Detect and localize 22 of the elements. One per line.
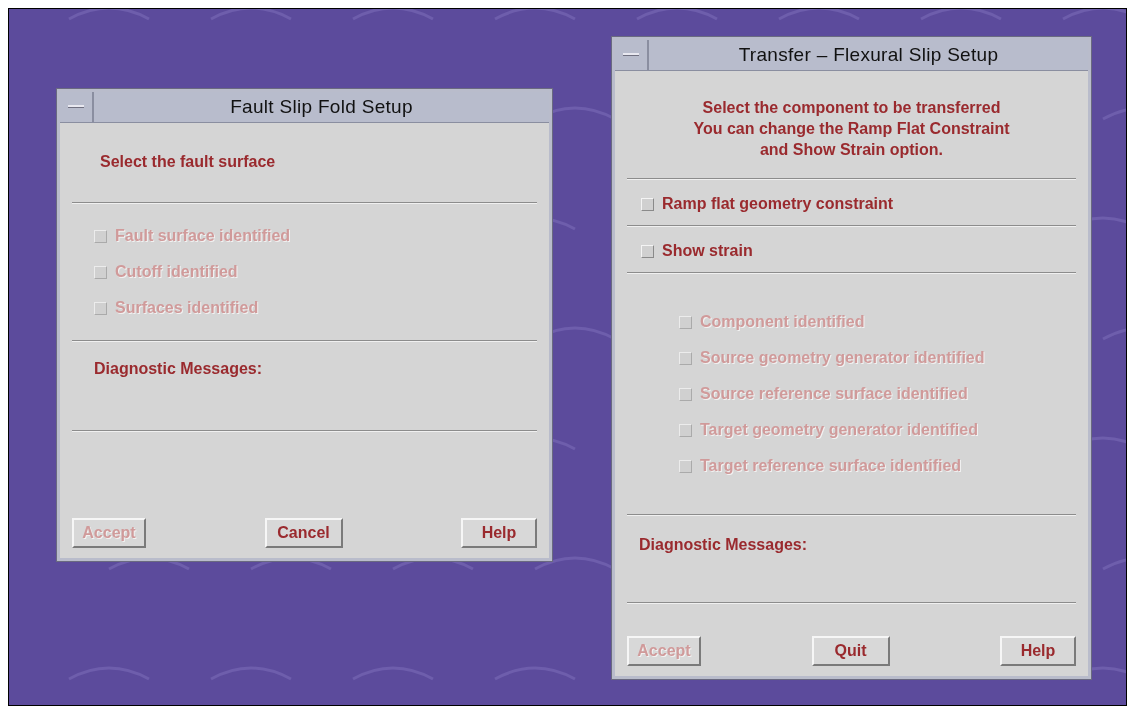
diagnostics-label: Diagnostic Messages: [639, 536, 809, 554]
checkbox-label: Target geometry generator identified [700, 421, 978, 439]
checkbox-label: Component identified [700, 313, 865, 331]
dialog-button[interactable]: Quit [811, 636, 890, 666]
checkbox[interactable] [641, 244, 654, 258]
dialog-button[interactable]: Help [1000, 636, 1076, 666]
checkbox-label: Ramp flat geometry constraint [662, 195, 894, 213]
instruction-text: Select the fault surface [100, 152, 277, 172]
checkbox-label: Cutoff identified [115, 263, 238, 281]
window-title: Fault Slip Fold Setup [229, 95, 414, 119]
window-title: Transfer – Flexural Slip Setup [737, 43, 1000, 67]
diagnostics-label: Diagnostic Messages: [94, 360, 264, 378]
checkbox-label: Show strain [662, 242, 753, 260]
checkbox-label: Target reference surface identified [700, 457, 962, 475]
checkbox-label: Surfaces identified [115, 299, 259, 317]
checkbox[interactable] [641, 197, 654, 211]
checkbox-label: Fault surface identified [115, 227, 291, 245]
checkbox-label: Source reference surface identified [700, 385, 968, 403]
instruction-text: Select the component to be transferred You can change the Ramp Flat Constraint and Show Strain option. [692, 98, 1011, 160]
dialog-button[interactable]: Help [461, 518, 537, 548]
dialog-button[interactable]: Cancel [264, 518, 343, 548]
checkbox-label: Source geometry generator identified [700, 349, 985, 367]
